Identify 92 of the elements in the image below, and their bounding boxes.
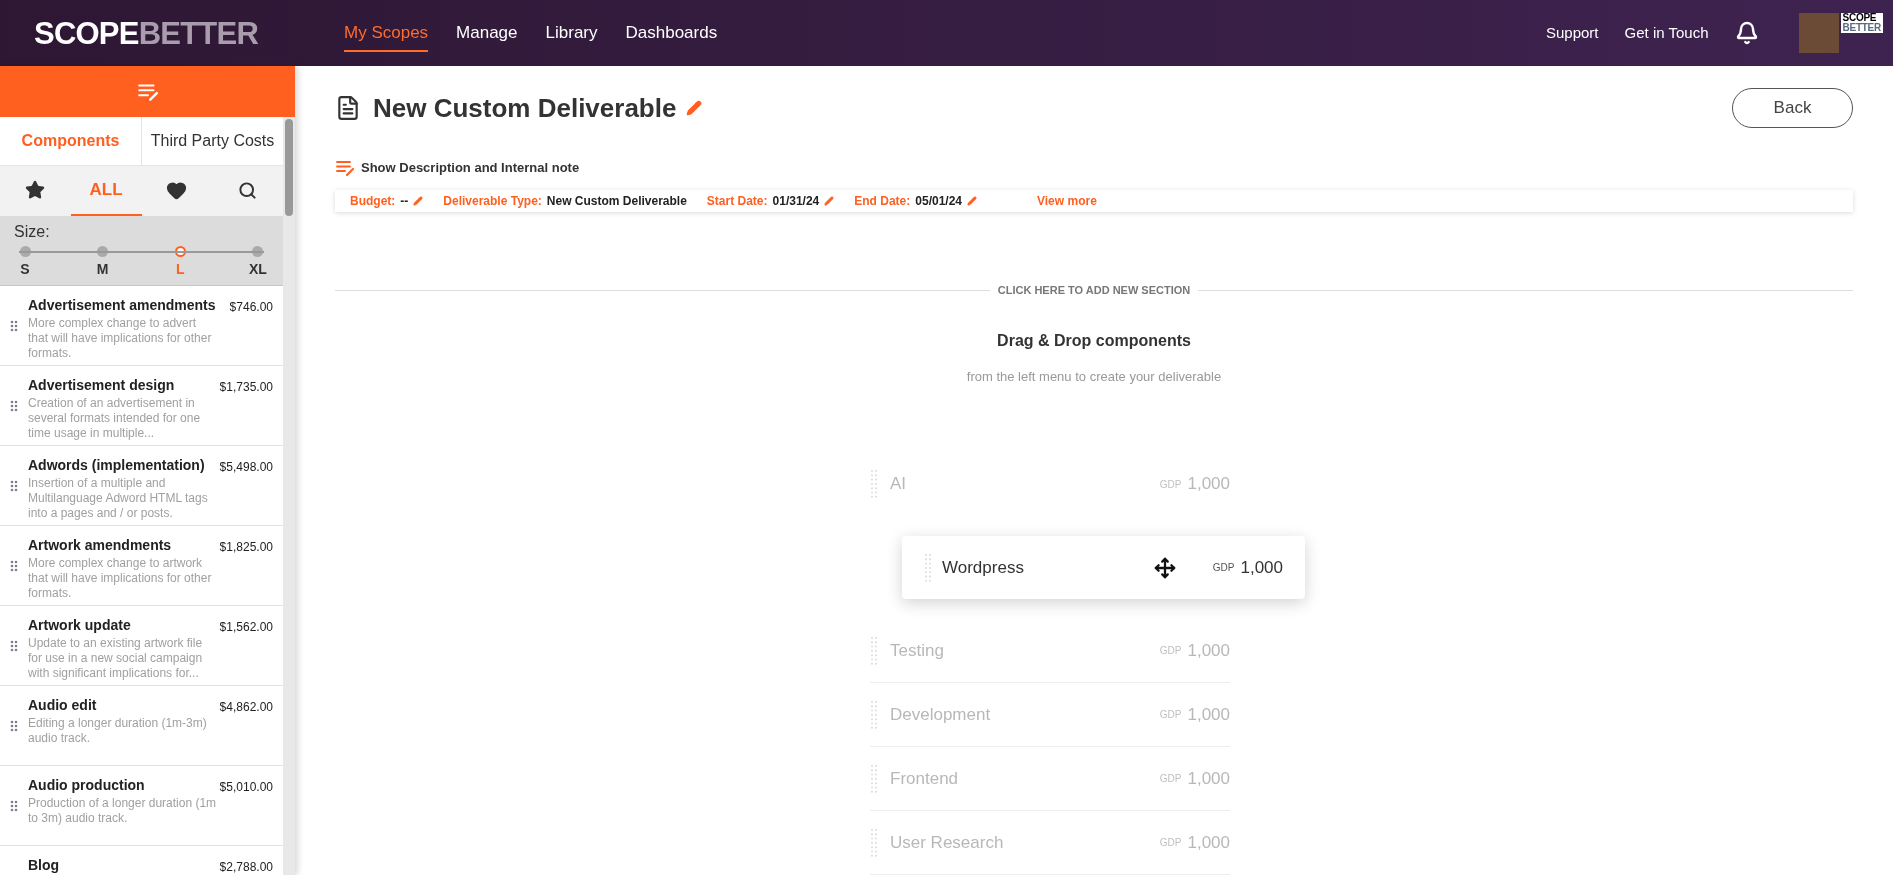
row-amount: 1,000 <box>1187 639 1230 662</box>
row-currency: GDP <box>1212 561 1235 575</box>
drag-handle-icon[interactable] <box>10 559 18 572</box>
nav-link[interactable]: Library <box>545 20 598 52</box>
component-title: Audio edit <box>28 696 97 714</box>
edit-icon[interactable] <box>824 196 835 206</box>
size-option[interactable]: M <box>91 246 114 280</box>
info-value: New Custom Deliverable <box>546 193 687 210</box>
drag-handle-icon[interactable] <box>10 479 18 492</box>
drag-handle-icon <box>870 635 878 666</box>
drag-handle-icon <box>870 827 878 858</box>
drag-handle-icon[interactable] <box>10 399 18 412</box>
row-currency: GDP <box>1159 772 1182 786</box>
component-description: Insertion of a multiple and Multilanguage Adword HTML tags into a pages and / or posts. <box>28 476 209 521</box>
component-price: $746.00 <box>229 299 273 316</box>
component-title: Adwords (implementation) <box>28 456 205 474</box>
drag-handle-icon[interactable] <box>10 319 18 332</box>
notifications-icon[interactable] <box>1734 21 1759 45</box>
logo-text: SCOPE <box>34 17 139 49</box>
drag-handle-icon[interactable] <box>10 639 18 652</box>
logo-text: BETTER <box>138 17 258 49</box>
nav-link[interactable]: My Scopes <box>344 20 429 52</box>
component-description: More complex change to advert that will have implications for other formats. <box>28 316 213 361</box>
add-section-button[interactable]: CLICK HERE TO ADD NEW SECTION <box>989 282 1199 299</box>
edit-icon[interactable] <box>413 196 424 206</box>
info-label: Budget: <box>350 193 396 210</box>
row-amount: 1,000 <box>1187 831 1230 854</box>
info-value: -- <box>400 193 409 210</box>
row-currency: GDP <box>1159 708 1182 722</box>
deliverable-title: New Custom Deliverable <box>373 91 677 125</box>
drag-handle-icon <box>870 469 878 499</box>
row-name: User Research <box>890 831 1004 854</box>
info-value: 05/01/24 <box>915 193 962 210</box>
component-description: Production of a longer duration (1m to 3m) audio track. <box>28 796 218 826</box>
component-title: Audio production <box>28 776 145 794</box>
component-price: $2,788.00 <box>219 859 273 875</box>
component-description: More complex change to artwork that will have implications for other formats. <box>28 556 213 601</box>
component-title: Blog <box>28 856 60 874</box>
component-description: Editing a longer duration (1m-3m) audio track. <box>28 716 208 746</box>
logo-text: SCOPE <box>1842 13 1878 23</box>
component-title: Artwork update <box>28 616 131 634</box>
row-name: Testing <box>890 639 944 662</box>
empty-state-title: Drag & Drop components <box>997 330 1191 351</box>
nav-link[interactable]: Dashboards <box>625 20 718 52</box>
component-price: $1,562.00 <box>219 619 273 636</box>
show-description-link[interactable]: Show Description and Internal note <box>361 158 580 178</box>
document-icon <box>335 95 361 121</box>
row-amount: 1,000 <box>1187 767 1230 790</box>
logo-text: BETTER <box>1842 23 1881 33</box>
row-currency: GDP <box>1159 477 1182 492</box>
drag-handle-icon[interactable] <box>10 799 18 812</box>
component-price: $5,010.00 <box>219 779 273 796</box>
size-option[interactable]: S <box>14 246 36 280</box>
info-label: End Date: <box>854 193 911 210</box>
drag-handle-icon[interactable] <box>10 719 18 732</box>
size-label: Size: <box>14 222 51 242</box>
header-link[interactable]: Support <box>1546 21 1599 45</box>
size-option[interactable]: XL <box>246 246 269 280</box>
nav-link[interactable]: Manage <box>456 20 518 52</box>
drag-handle-icon <box>870 763 878 794</box>
row-name: Wordpress <box>942 556 1024 579</box>
drag-handle-icon <box>924 552 932 583</box>
row-currency: GDP <box>1159 836 1182 850</box>
info-value: 01/31/24 <box>772 193 820 210</box>
edit-icon[interactable] <box>967 196 977 206</box>
component-title: Advertisement design <box>28 376 175 394</box>
component-price: $1,825.00 <box>219 539 273 556</box>
edit-icon[interactable] <box>686 100 703 116</box>
component-title: Advertisement amendments <box>28 296 216 314</box>
component-price: $5,498.00 <box>219 459 273 476</box>
row-name: AI <box>890 473 907 496</box>
row-name: Development <box>890 703 991 726</box>
info-label: Deliverable Type: <box>443 193 542 210</box>
list-edit-icon <box>335 158 355 178</box>
component-description: Update to an existing artwork file for use in a new social campaign with significant implications for... <box>28 636 204 681</box>
row-currency: GDP <box>1159 644 1182 658</box>
info-label: Start Date: <box>706 193 768 210</box>
component-price: $4,862.00 <box>219 699 273 716</box>
component-price: $1,735.00 <box>219 379 273 396</box>
row-name: Frontend <box>890 767 959 790</box>
row-amount: 1,000 <box>1187 473 1230 496</box>
drag-handle-icon <box>870 699 878 730</box>
scrollbar[interactable] <box>283 117 295 875</box>
move-icon <box>1153 556 1176 579</box>
component-description: Creation of an advertisement in several formats intended for one time usage in multiple... <box>28 396 202 441</box>
header-link[interactable]: Get in Touch <box>1624 21 1709 45</box>
search-icon <box>238 180 258 200</box>
row-amount: 1,000 <box>1187 703 1230 726</box>
component-title: Artwork amendments <box>28 536 172 554</box>
empty-state-subtitle: from the left menu to create your deliverable <box>966 367 1222 386</box>
star-icon <box>25 180 46 200</box>
row-amount: 1,000 <box>1240 556 1283 579</box>
